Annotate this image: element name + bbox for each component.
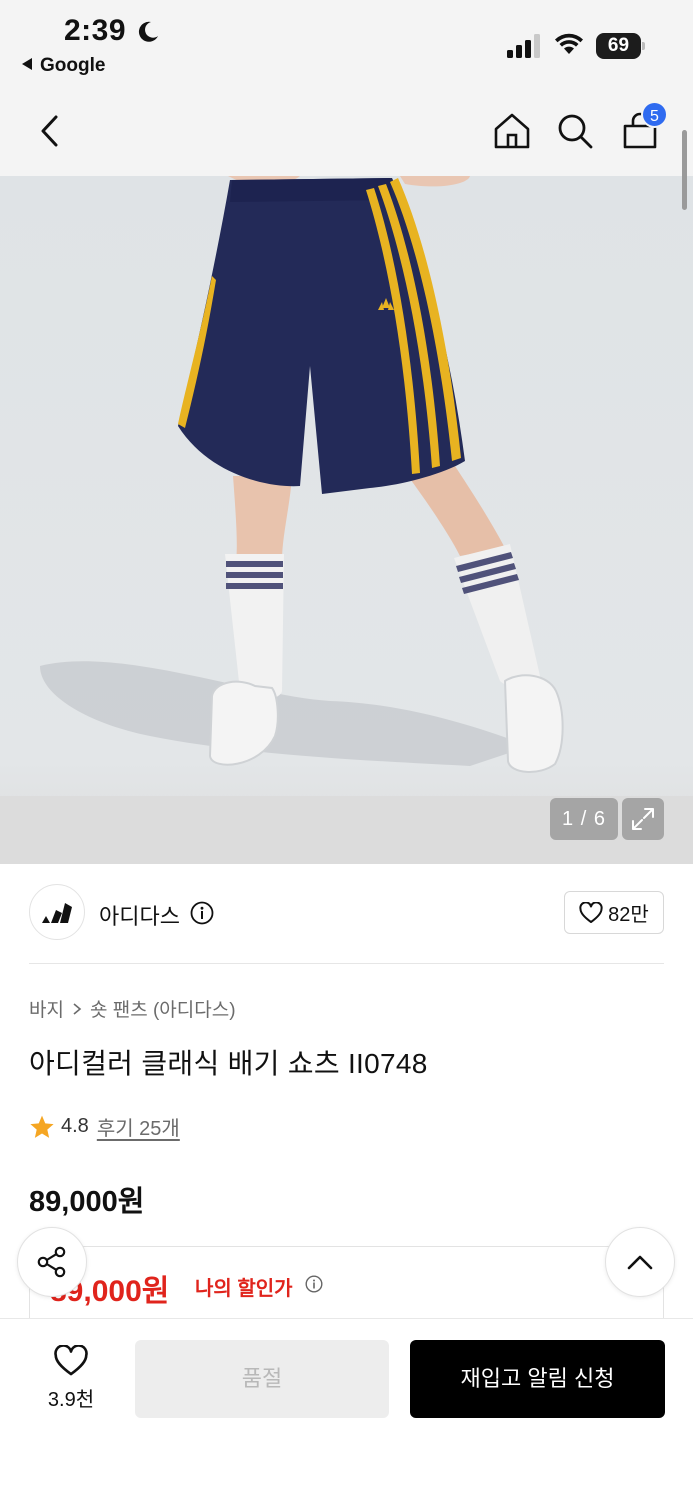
wifi-icon xyxy=(555,33,583,54)
back-to-app-link[interactable]: Google xyxy=(22,55,105,77)
battery-level: 69 xyxy=(596,33,641,59)
image-counter: 1 / 6 xyxy=(550,798,618,840)
search-button[interactable] xyxy=(553,109,597,153)
battery-nub xyxy=(642,42,645,50)
heart-icon xyxy=(579,901,603,923)
expand-image-button[interactable] xyxy=(622,798,664,840)
scroll-top-button[interactable] xyxy=(605,1227,675,1297)
battery-indicator: 69 xyxy=(596,33,646,59)
chevron-up-icon xyxy=(627,1255,653,1270)
product-price: 89,000원 xyxy=(29,1186,145,1218)
heart-icon xyxy=(54,1345,88,1376)
breadcrumb-category[interactable]: 바지 xyxy=(29,995,64,1022)
brand-like-button[interactable]: 82만 xyxy=(564,891,664,934)
adidas-logo-icon xyxy=(42,903,72,923)
back-icon xyxy=(41,115,58,147)
scroll-indicator[interactable] xyxy=(682,130,687,210)
wishlist-count: 3.9천 xyxy=(47,1389,95,1411)
status-bar: 2:39 Google 69 xyxy=(0,0,693,95)
back-app-label: Google xyxy=(40,55,106,76)
rating-score: 4.8 xyxy=(61,1115,89,1137)
moon-icon xyxy=(138,21,158,42)
product-image[interactable] xyxy=(0,176,693,864)
cart-button[interactable]: 5 xyxy=(618,101,668,153)
brand-info-icon[interactable] xyxy=(190,901,214,925)
search-icon xyxy=(558,114,593,149)
reviews-link[interactable]: 후기 25개 xyxy=(97,1112,180,1141)
signal-icon xyxy=(507,34,540,58)
brand-logo[interactable] xyxy=(29,884,85,940)
brand-name[interactable]: 아디다스 xyxy=(99,899,180,931)
cart-badge: 5 xyxy=(641,101,668,128)
product-rating: 4.8 후기 25개 xyxy=(29,1112,180,1141)
restock-alert-button[interactable]: 재입고 알림 신청 xyxy=(410,1340,665,1418)
discount-label: 나의 할인가 xyxy=(195,1278,293,1300)
share-icon xyxy=(37,1246,66,1278)
nav-bar: 5 xyxy=(0,95,693,176)
back-triangle-icon xyxy=(22,58,32,70)
discount-info-icon[interactable] xyxy=(305,1275,323,1293)
product-title: 아디컬러 클래식 배기 쇼츠 II0748 xyxy=(29,1048,428,1079)
product-photo-illustration xyxy=(40,176,564,773)
chevron-right-icon xyxy=(73,1002,82,1015)
divider xyxy=(29,963,664,964)
breadcrumb-subcategory[interactable]: 숏 팬츠 (아디다스) xyxy=(90,995,236,1022)
back-button[interactable] xyxy=(28,109,72,153)
status-time: 2:39 xyxy=(64,14,127,47)
home-button[interactable] xyxy=(490,109,534,153)
expand-icon xyxy=(632,808,654,830)
soldout-button[interactable]: 품절 xyxy=(135,1340,389,1418)
share-button[interactable] xyxy=(17,1227,87,1297)
brand-like-count: 82만 xyxy=(608,904,649,926)
wishlist-button[interactable]: 3.9천 xyxy=(30,1345,112,1415)
star-icon xyxy=(30,1115,54,1138)
home-icon xyxy=(494,113,530,149)
breadcrumb: 바지 숏 팬츠 (아디다스) xyxy=(29,995,236,1022)
